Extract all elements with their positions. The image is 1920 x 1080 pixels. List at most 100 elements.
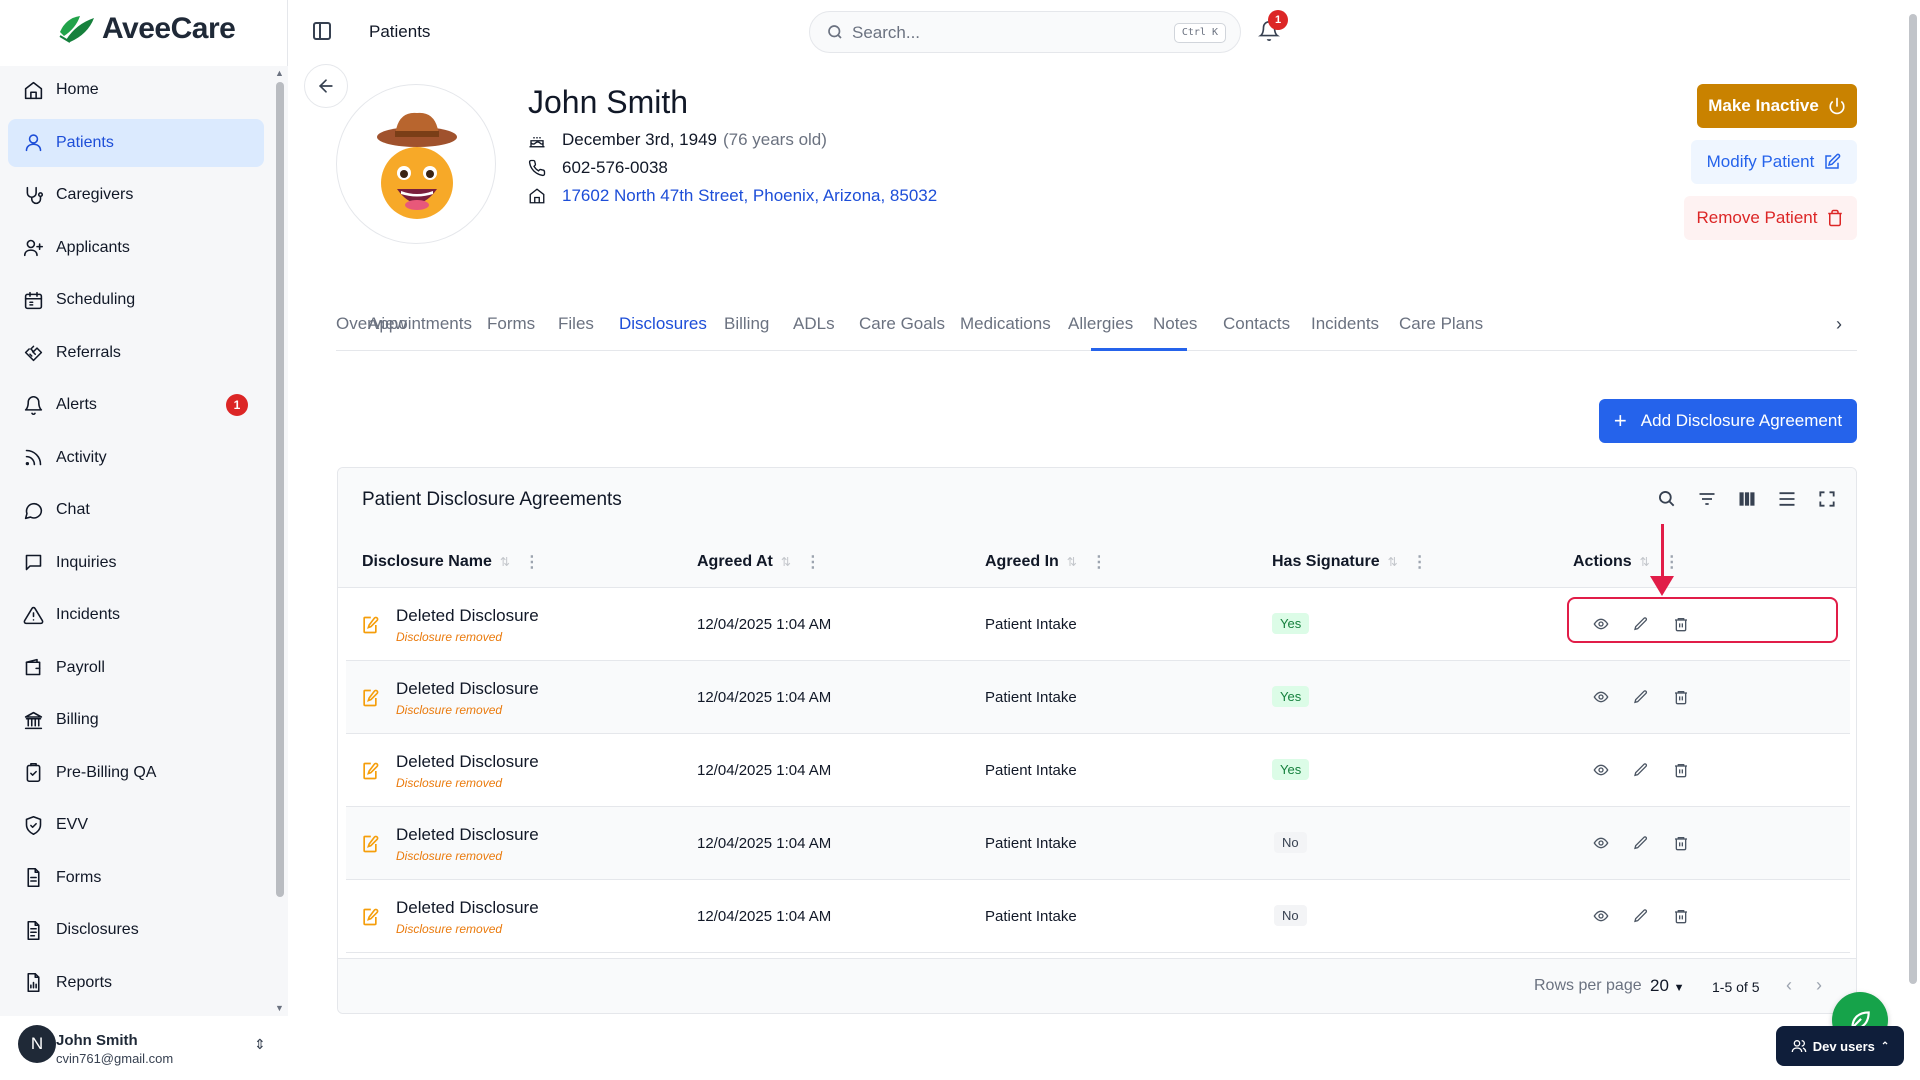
edit-pencil-icon[interactable] — [1631, 833, 1651, 853]
scrollbar-thumb[interactable] — [276, 82, 284, 897]
sidebar-item-label: Reports — [56, 973, 113, 991]
edit-pencil-icon[interactable] — [1631, 906, 1651, 926]
tab-files[interactable]: Files — [558, 314, 594, 334]
sidebar-item-activity[interactable]: Activity — [8, 434, 264, 482]
sort-icon[interactable]: ⇅ — [1388, 555, 1398, 569]
wallet-icon — [22, 657, 44, 679]
table-row[interactable]: Deleted Disclosure Disclosure removed 12/0… — [346, 807, 1850, 880]
tab-notes[interactable]: Notes — [1153, 314, 1197, 334]
search-input[interactable]: Search... Ctrl K — [809, 11, 1241, 53]
remove-patient-button[interactable]: Remove Patient — [1684, 196, 1857, 240]
delete-trash-icon[interactable] — [1671, 906, 1691, 926]
sort-icon[interactable]: ⇅ — [500, 555, 510, 569]
tab-billing[interactable]: Billing — [724, 314, 769, 334]
sidebar-scrollbar[interactable]: ▲ ▼ — [274, 66, 286, 1016]
delete-trash-icon[interactable] — [1671, 687, 1691, 707]
view-eye-icon[interactable] — [1591, 833, 1611, 853]
disclosure-note: Disclosure removed — [396, 703, 503, 717]
signature-badge: No — [1274, 905, 1307, 926]
sidebar-item-pre-billing-qa[interactable]: Pre-Billing QA — [8, 749, 264, 797]
dev-users-button[interactable]: Dev users ⌃ — [1776, 1026, 1904, 1066]
add-disclosure-agreement-button[interactable]: + Add Disclosure Agreement — [1599, 399, 1857, 443]
column-header-has-signature[interactable]: Has Signature ⇅ ⋮ — [1272, 552, 1428, 572]
brand-logo[interactable]: AveeCare — [56, 12, 236, 46]
column-header-agreed-in[interactable]: Agreed In ⇅ ⋮ — [985, 552, 1107, 572]
tab-medications[interactable]: Medications — [960, 314, 1051, 334]
edit-pencil-icon[interactable] — [1631, 687, 1651, 707]
patient-address-link[interactable]: 17602 North 47th Street, Phoenix, Arizon… — [562, 186, 937, 206]
sidebar-item-alerts[interactable]: Alerts 1 — [8, 381, 264, 429]
column-menu-icon[interactable]: ⋮ — [805, 552, 821, 572]
sidebar-item-evv[interactable]: EVV — [8, 801, 264, 849]
next-page-chevron-icon[interactable]: › — [1816, 975, 1822, 996]
sidebar-item-scheduling[interactable]: Scheduling — [8, 276, 264, 324]
rows-per-page-select[interactable]: 20 ▼ — [1650, 976, 1685, 996]
sidebar-toggle-icon[interactable] — [313, 22, 331, 40]
table-row[interactable]: Deleted Disclosure Disclosure removed 12/0… — [346, 880, 1850, 953]
tab-forms[interactable]: Forms — [487, 314, 535, 334]
caret-down-icon: ▼ — [1673, 982, 1685, 994]
column-header-disclosure-name[interactable]: Disclosure Name ⇅ ⋮ — [362, 552, 540, 572]
patient-phone-row: 602-576-0038 — [528, 158, 668, 178]
sidebar-item-applicants[interactable]: Applicants — [8, 224, 264, 272]
prev-page-chevron-icon[interactable]: ‹ — [1786, 975, 1792, 996]
table-search-icon[interactable] — [1654, 486, 1680, 512]
rows-per-page-value: 20 — [1650, 976, 1669, 995]
column-header-agreed-at[interactable]: Agreed At ⇅ ⋮ — [697, 552, 821, 572]
density-icon[interactable] — [1774, 486, 1800, 512]
sidebar-item-label: Home — [56, 81, 99, 98]
sort-icon[interactable]: ⇅ — [781, 555, 791, 569]
filter-icon[interactable] — [1694, 486, 1720, 512]
delete-trash-icon[interactable] — [1671, 833, 1691, 853]
tab-appointments[interactable]: Appointments — [368, 314, 472, 334]
sidebar-item-chat[interactable]: Chat — [8, 486, 264, 534]
tab-care-goals[interactable]: Care Goals — [859, 314, 945, 334]
tab-allergies[interactable]: Allergies — [1068, 314, 1133, 334]
sidebar-item-caregivers[interactable]: Caregivers — [8, 171, 264, 219]
sidebar-item-disclosures[interactable]: Disclosures — [8, 906, 264, 954]
table-row[interactable]: Deleted Disclosure Disclosure removed 12/0… — [346, 661, 1850, 734]
sidebar-item-incidents[interactable]: Incidents — [8, 591, 264, 639]
column-menu-icon[interactable]: ⋮ — [524, 552, 540, 572]
annotation-highlight-box — [1567, 597, 1838, 643]
sidebar-item-billing[interactable]: Billing — [8, 696, 264, 744]
view-eye-icon[interactable] — [1591, 687, 1611, 707]
make-inactive-button[interactable]: Make Inactive — [1697, 84, 1857, 128]
sidebar-item-payroll[interactable]: Payroll — [8, 644, 264, 692]
sidebar-item-patients[interactable]: Patients — [8, 118, 264, 167]
table-row[interactable]: Deleted Disclosure Disclosure removed 12/0… — [346, 734, 1850, 807]
page-scrollbar-thumb[interactable] — [1909, 14, 1917, 984]
sidebar-item-home[interactable]: Home — [8, 66, 264, 114]
search-icon — [828, 25, 842, 39]
view-eye-icon[interactable] — [1591, 760, 1611, 780]
modify-patient-button[interactable]: Modify Patient — [1691, 140, 1857, 184]
sidebar-item-inquiries[interactable]: Inquiries — [8, 539, 264, 587]
delete-trash-icon[interactable] — [1671, 760, 1691, 780]
user-menu[interactable]: N John Smith cvin761@gmail.com ⇕ — [0, 1016, 288, 1080]
columns-icon[interactable] — [1734, 486, 1760, 512]
sort-icon[interactable]: ⇅ — [1067, 555, 1077, 569]
breadcrumb[interactable]: Patients — [369, 22, 430, 42]
scroll-down-arrow[interactable]: ▼ — [275, 1003, 284, 1013]
column-menu-icon[interactable]: ⋮ — [1091, 552, 1107, 572]
tab-incidents[interactable]: Incidents — [1311, 314, 1379, 334]
page-scrollbar[interactable] — [1906, 0, 1920, 1080]
tab-contacts[interactable]: Contacts — [1223, 314, 1290, 334]
tab-adls[interactable]: ADLs — [793, 314, 835, 334]
tabs-next-chevron-icon[interactable]: › — [1836, 314, 1842, 335]
chevron-up-down-icon[interactable]: ⇕ — [254, 1036, 266, 1053]
column-menu-icon[interactable]: ⋮ — [1664, 552, 1680, 572]
view-eye-icon[interactable] — [1591, 906, 1611, 926]
sidebar-item-reports[interactable]: Reports — [8, 959, 264, 1007]
avatar: N — [18, 1025, 56, 1063]
fullscreen-icon[interactable] — [1814, 486, 1840, 512]
sidebar-item-referrals[interactable]: Referrals — [8, 329, 264, 377]
column-menu-icon[interactable]: ⋮ — [1412, 552, 1428, 572]
sort-icon[interactable]: ⇅ — [1640, 555, 1650, 569]
scroll-up-arrow[interactable]: ▲ — [275, 68, 284, 78]
edit-pencil-icon[interactable] — [1631, 760, 1651, 780]
table-title: Patient Disclosure Agreements — [362, 489, 622, 510]
sidebar-item-forms[interactable]: Forms — [8, 854, 264, 902]
tab-care-plans[interactable]: Care Plans — [1399, 314, 1483, 334]
tab-disclosures[interactable]: Disclosures — [619, 314, 707, 334]
